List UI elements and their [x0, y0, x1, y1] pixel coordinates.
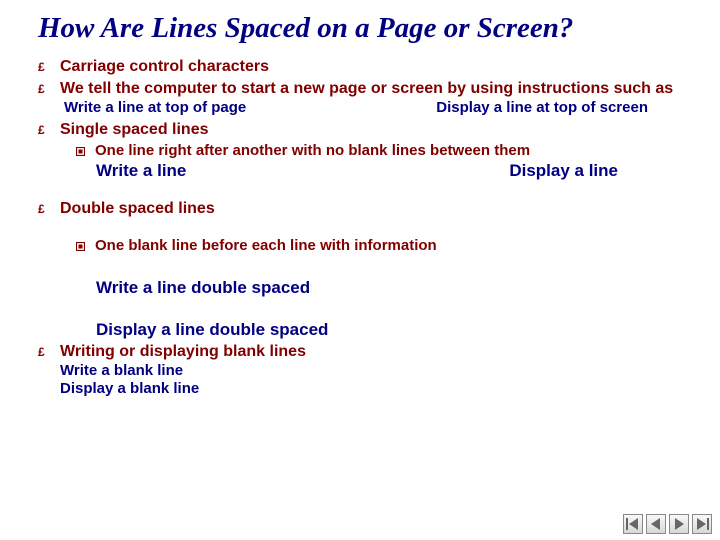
example-row: Write a line Display a line: [38, 161, 698, 181]
slide: How Are Lines Spaced on a Page or Screen…: [0, 0, 720, 411]
bullet-text: Carriage control characters: [60, 57, 269, 77]
slide-title: How Are Lines Spaced on a Page or Screen…: [38, 12, 698, 45]
example-text: Write a line double spaced: [38, 278, 698, 298]
bullet-text: Single spaced lines: [60, 120, 209, 140]
example-text: Display a line double spaced: [38, 320, 698, 340]
sub-bullet-text: One blank line before each line with inf…: [95, 237, 437, 256]
pound-bullet-icon: £: [38, 203, 50, 215]
sub-row: Write a line at top of page Display a li…: [38, 99, 698, 118]
nav-controls: [623, 514, 712, 534]
sub-bullet-item: One line right after another with no bla…: [76, 142, 698, 161]
bullet-text: Double spaced lines: [60, 199, 215, 219]
example-text: Display a line: [509, 161, 618, 181]
bullet-item: £ We tell the computer to start a new pa…: [38, 79, 698, 99]
pound-bullet-icon: £: [38, 346, 50, 358]
pound-bullet-icon: £: [38, 83, 50, 95]
example-text: Write a line: [96, 161, 186, 181]
bullet-item: £ Writing or displaying blank lines: [38, 342, 698, 362]
nav-next-button[interactable]: [669, 514, 689, 534]
square-bullet-icon: [76, 242, 85, 251]
sub-text: Display a blank line: [38, 380, 698, 399]
sub-text: Write a line at top of page: [64, 99, 246, 118]
sub-bullet-item: One blank line before each line with inf…: [76, 237, 698, 256]
pound-bullet-icon: £: [38, 61, 50, 73]
bullet-item: £ Carriage control characters: [38, 57, 698, 77]
bullet-item: £ Single spaced lines: [38, 120, 698, 140]
svg-text:£: £: [38, 61, 45, 73]
square-bullet-icon: [76, 147, 85, 156]
pound-bullet-icon: £: [38, 124, 50, 136]
nav-first-button[interactable]: [623, 514, 643, 534]
bullet-item: £ Double spaced lines: [38, 199, 698, 219]
bullet-text: We tell the computer to start a new page…: [60, 79, 673, 99]
svg-text:£: £: [38, 203, 45, 215]
sub-text: Display a line at top of screen: [436, 99, 648, 118]
svg-text:£: £: [38, 83, 45, 95]
svg-text:£: £: [38, 124, 45, 136]
sub-bullet-text: One line right after another with no bla…: [95, 142, 530, 161]
nav-last-button[interactable]: [692, 514, 712, 534]
nav-prev-button[interactable]: [646, 514, 666, 534]
svg-text:£: £: [38, 346, 45, 358]
sub-text: Write a blank line: [38, 362, 698, 381]
bullet-text: Writing or displaying blank lines: [60, 342, 306, 362]
